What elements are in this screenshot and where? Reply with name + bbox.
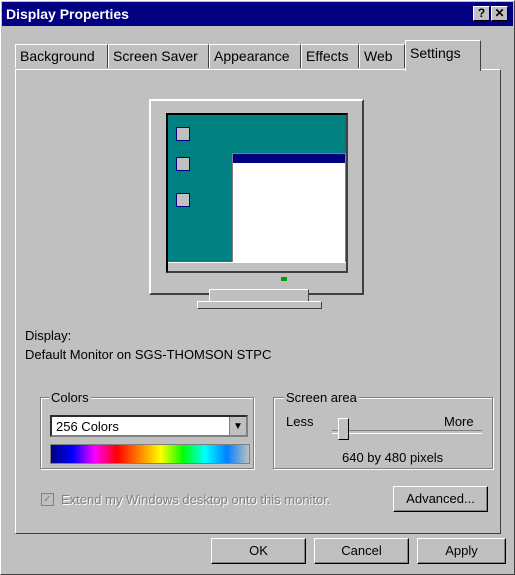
cancel-button[interactable]: Cancel <box>314 538 409 564</box>
tab-background[interactable]: Background <box>15 44 108 68</box>
resolution-slider-track[interactable] <box>332 430 482 434</box>
colors-select-value: 256 Colors <box>56 419 119 434</box>
power-led-icon <box>281 277 287 281</box>
display-device: Default Monitor on SGS-THOMSON STPC <box>25 347 272 362</box>
monitor-preview <box>149 99 364 295</box>
close-button[interactable]: ✕ <box>491 6 508 21</box>
window-title: Display Properties <box>6 6 129 22</box>
extend-desktop-checkbox[interactable]: ✓ <box>41 493 54 506</box>
display-label: Display: <box>25 328 72 343</box>
slider-less-label: Less <box>286 414 314 429</box>
my-computer-icon <box>176 127 190 141</box>
tab-web[interactable]: Web <box>359 44 405 68</box>
desktop-preview <box>166 113 348 273</box>
tab-screen-saver[interactable]: Screen Saver <box>108 44 209 68</box>
colors-legend: Colors <box>49 390 91 405</box>
apply-button[interactable]: Apply <box>417 538 506 564</box>
screen-area-legend: Screen area <box>284 390 359 405</box>
preview-taskbar <box>168 262 346 271</box>
tab-effects[interactable]: Effects <box>301 44 359 68</box>
advanced-button[interactable]: Advanced... <box>393 486 488 512</box>
resolution-value: 640 by 480 pixels <box>342 450 444 465</box>
colors-select[interactable]: 256 Colors ▼ <box>50 415 248 437</box>
help-button[interactable]: ? <box>473 6 490 21</box>
tab-settings[interactable]: Settings <box>405 40 481 71</box>
extend-desktop-label: Extend my Windows desktop onto this moni… <box>61 492 331 507</box>
ok-button[interactable]: OK <box>211 538 306 564</box>
monitor-base <box>197 301 322 309</box>
colors-group: Colors 256 Colors ▼ <box>40 390 254 469</box>
recycle-bin-icon <box>176 193 190 207</box>
screen-area-group: Screen area Less More 640 by 480 pixels <box>273 390 493 469</box>
slider-more-label: More <box>444 414 474 429</box>
resolution-slider-thumb[interactable] <box>338 418 349 440</box>
preview-window <box>232 153 346 265</box>
my-documents-icon <box>176 157 190 171</box>
chevron-down-icon[interactable]: ▼ <box>229 417 246 435</box>
display-properties-window: Display Properties ? ✕ Background Screen… <box>0 0 515 575</box>
tab-appearance[interactable]: Appearance <box>209 44 301 68</box>
title-bar[interactable]: Display Properties ? ✕ <box>2 2 513 26</box>
color-spectrum <box>50 444 250 464</box>
